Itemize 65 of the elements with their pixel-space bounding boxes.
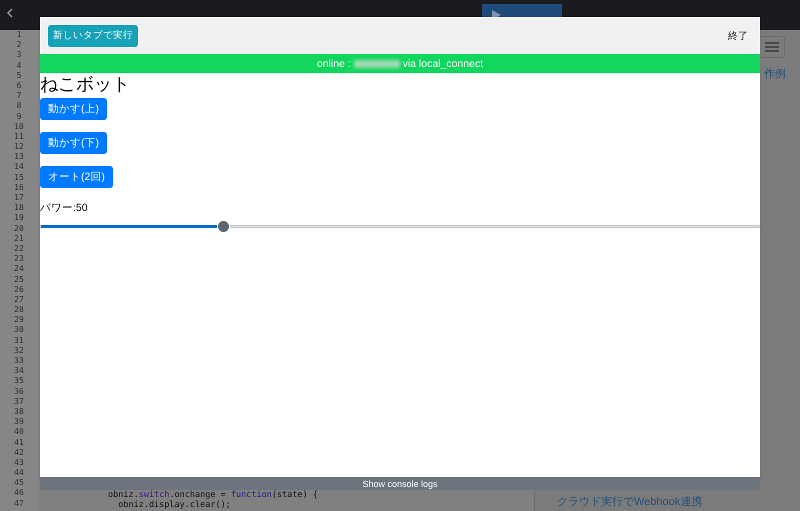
line-number: 29: [14, 315, 24, 326]
line-number: 41: [14, 438, 24, 448]
line-number: 33: [14, 356, 24, 366]
slider-thumb[interactable]: [216, 220, 230, 233]
move-button[interactable]: 動かす(下): [40, 132, 107, 154]
line-number: 42: [14, 448, 24, 458]
code-line: obniz.display.clear();: [117, 500, 232, 510]
chevron-left-icon[interactable]: [6, 8, 13, 18]
line-number: 10: [14, 122, 24, 132]
line-number: 8: [16, 101, 22, 112]
line-number: 15: [14, 172, 24, 183]
status-prefix: online :: [316, 58, 352, 70]
line-number: 40: [14, 427, 24, 438]
line-number: 18: [14, 203, 24, 214]
line-number: 47: [14, 498, 24, 509]
line-number: 4: [16, 60, 22, 71]
close-button[interactable]: 終了: [728, 28, 748, 42]
line-number: 27: [14, 294, 24, 306]
move-button[interactable]: オート(2回): [40, 166, 113, 188]
power-label: パワー:50: [40, 201, 88, 215]
line-number: 23: [14, 254, 24, 264]
line-number: 36: [14, 386, 24, 397]
blurred-device-id: [354, 60, 400, 68]
line-number: 17: [14, 193, 24, 204]
line-number: 2: [16, 40, 22, 50]
menu-icon: [765, 42, 779, 52]
line-number: 7: [16, 91, 22, 102]
line-number: 28: [14, 305, 24, 316]
line-number: 43: [14, 458, 24, 468]
line-number: 38: [14, 406, 24, 418]
line-number: 19: [14, 213, 24, 224]
line-number: 6: [16, 80, 22, 92]
line-number: 46: [14, 488, 24, 499]
line-number: 31: [14, 336, 24, 346]
line-number: 21: [14, 234, 24, 244]
line-number: 44: [14, 468, 24, 478]
line-number: 16: [14, 182, 24, 193]
app-title: ねこボット: [40, 74, 130, 94]
line-number: 24: [14, 264, 24, 274]
line-number: 5: [16, 70, 22, 81]
line-number: 22: [14, 244, 24, 254]
line-number: 45: [14, 478, 24, 488]
line-number: 26: [14, 284, 24, 295]
line-number: 9: [16, 112, 22, 122]
webhook-link[interactable]: クラウド実行でWebhook連携: [535, 494, 786, 509]
line-number: 12: [14, 142, 24, 152]
line-number: 3: [16, 50, 22, 61]
line-number: 34: [14, 366, 24, 376]
line-number: 14: [14, 162, 24, 173]
open-in-new-tab-button[interactable]: 新しいタブで実行: [48, 24, 138, 46]
line-number: 32: [14, 346, 24, 356]
move-button[interactable]: 動かす(上): [40, 98, 107, 120]
status-suffix: via local_connect: [402, 58, 484, 70]
line-number: 30: [14, 325, 24, 336]
line-number: 1: [16, 30, 22, 40]
examples-link[interactable]: 作例: [764, 66, 786, 81]
line-number: 35: [14, 376, 24, 387]
line-number: 25: [14, 274, 24, 285]
line-number: 39: [14, 417, 24, 428]
line-number: 13: [14, 152, 24, 162]
line-number: 20: [14, 224, 24, 234]
line-number: 11: [14, 132, 24, 142]
code-line: obniz.switch.onchange = function(state) {: [108, 490, 319, 500]
line-number: 37: [14, 396, 24, 407]
console-logs-toggle[interactable]: Show console logs: [40, 477, 760, 490]
